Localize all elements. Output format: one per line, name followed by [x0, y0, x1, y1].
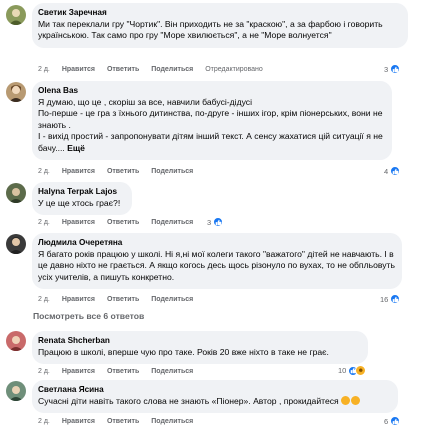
share-button[interactable]: Поделиться	[151, 418, 193, 425]
comment-meta: 2 д. Нравится Ответить Поделиться Отреда…	[38, 65, 273, 74]
reaction-count[interactable]: 10 ☻	[338, 365, 367, 376]
comment-text: У це ще хтось грає?!	[38, 198, 121, 208]
reply-button[interactable]: Ответить	[107, 219, 139, 226]
see-more-link[interactable]: Ещё	[67, 143, 85, 153]
comment-bubble: Светик Заречная Ми так переклали гру "Чо…	[32, 3, 408, 48]
comment-time[interactable]: 2 д.	[38, 296, 50, 303]
comment-time[interactable]: 2 д.	[38, 418, 50, 425]
reaction-count[interactable]: 3	[207, 217, 224, 227]
like-button[interactable]: Нравится	[62, 296, 95, 303]
like-icon	[390, 294, 401, 304]
comment-meta: 2 д. Нравится Ответить Поделиться	[38, 367, 203, 376]
comment-meta: 2 д. Нравится Ответить Поделиться	[38, 295, 203, 304]
reply-button[interactable]: Ответить	[107, 66, 139, 73]
comment-bubble: Renata Shcherban Працюю в школі, вперше …	[32, 331, 368, 365]
comment-time[interactable]: 2 д.	[38, 219, 50, 226]
avatar[interactable]	[6, 5, 26, 25]
laugh-emoji-icon: ☻	[355, 365, 367, 376]
comment-author[interactable]: Людмила Очеретяна	[38, 238, 396, 248]
smile-emoji-icon	[341, 396, 351, 405]
share-button[interactable]: Поделиться	[151, 296, 193, 303]
view-more-replies-link[interactable]: Посмотреть все 6 ответов	[33, 311, 144, 321]
share-button[interactable]: Поделиться	[151, 219, 193, 226]
comment-meta: 2 д. Нравится Ответить Поделиться	[38, 218, 203, 227]
comment-author[interactable]: Renata Shcherban	[38, 336, 362, 346]
comment-author[interactable]: Светик Заречная	[38, 8, 402, 18]
comment-text: Я багато років працюю у школі. Ні я,ні м…	[38, 249, 395, 282]
avatar[interactable]	[6, 234, 26, 254]
comment-author[interactable]: Halyna Terpak Lajos	[38, 187, 126, 197]
comment-meta: 2 д. Нравится Ответить Поделиться	[38, 417, 203, 426]
comment-author[interactable]: Светлана Ясина	[38, 385, 392, 395]
comment-text: Я думаю, що це , скоріш за все, навчили …	[38, 97, 383, 153]
like-icon	[390, 166, 401, 176]
avatar[interactable]	[6, 82, 26, 102]
like-button[interactable]: Нравится	[62, 368, 95, 375]
comment-bubble: Halyna Terpak Lajos У це ще хтось грає?!	[32, 182, 132, 216]
comment-time[interactable]: 2 д.	[38, 368, 50, 375]
comment-bubble: Olena Bas Я думаю, що це , скоріш за все…	[32, 81, 392, 161]
comment-meta: 2 д. Нравится Ответить Поделиться	[38, 167, 203, 176]
comment-text: Сучасні діти навіть такого слова не знаю…	[38, 396, 392, 407]
like-icon	[390, 64, 401, 74]
like-button[interactable]: Нравится	[62, 168, 95, 175]
reaction-count[interactable]: 4	[384, 166, 401, 176]
share-button[interactable]: Поделиться	[151, 168, 193, 175]
avatar[interactable]	[6, 183, 26, 203]
like-button[interactable]: Нравится	[62, 219, 95, 226]
like-button[interactable]: Нравится	[62, 418, 95, 425]
edited-label: Отредактировано	[205, 66, 263, 73]
comment-text: Працюю в школі, вперше чую про таке. Рок…	[38, 347, 329, 357]
smile-emoji-icon	[351, 396, 361, 405]
like-icon	[390, 416, 401, 426]
reaction-count[interactable]: 16	[380, 294, 401, 304]
comment-text: Ми так переклали гру "Чортик". Він прихо…	[38, 19, 383, 41]
like-button[interactable]: Нравится	[62, 66, 95, 73]
comment-bubble: Людмила Очеретяна Я багато років працюю …	[32, 233, 402, 290]
share-button[interactable]: Поделиться	[151, 368, 193, 375]
comment-bubble: Светлана Ясина Сучасні діти навіть таког…	[32, 380, 398, 414]
reaction-count[interactable]: 3	[384, 64, 401, 74]
reply-button[interactable]: Ответить	[107, 168, 139, 175]
reply-button[interactable]: Ответить	[107, 418, 139, 425]
reply-button[interactable]: Ответить	[107, 296, 139, 303]
share-button[interactable]: Поделиться	[151, 66, 193, 73]
avatar[interactable]	[6, 381, 26, 401]
comment-author[interactable]: Olena Bas	[38, 86, 386, 96]
like-icon	[213, 217, 224, 227]
comment-time[interactable]: 2 д.	[38, 168, 50, 175]
avatar[interactable]	[6, 331, 26, 351]
reaction-count[interactable]: 6	[384, 416, 401, 426]
reply-button[interactable]: Ответить	[107, 368, 139, 375]
comment-time[interactable]: 2 д.	[38, 66, 50, 73]
